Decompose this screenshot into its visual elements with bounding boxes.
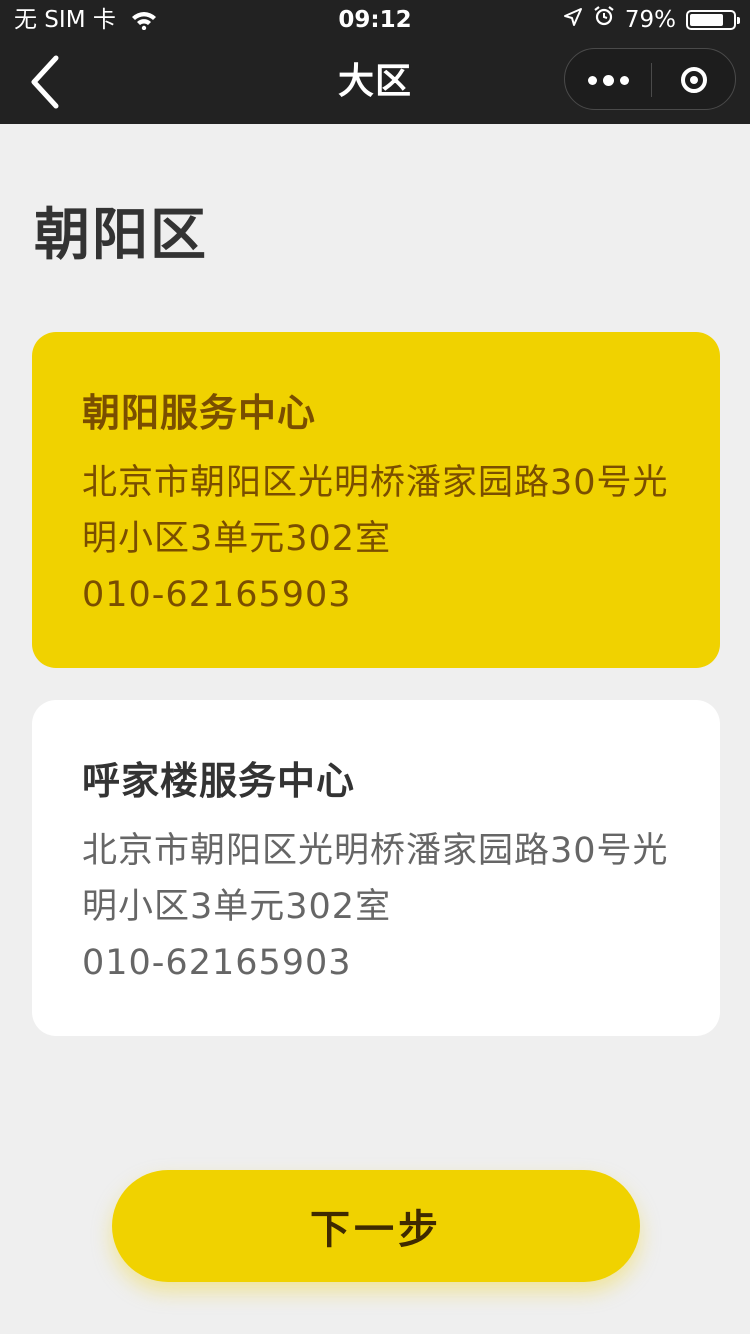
more-button[interactable] — [565, 49, 651, 111]
more-dots-icon-center — [602, 74, 614, 86]
service-center-name: 朝阳服务中心 — [82, 391, 317, 435]
service-center-address: 北京市朝阳区光明桥潘家园路30号光明小区3单元302室 — [82, 831, 669, 927]
battery-icon — [686, 10, 740, 30]
more-dots-icon-right — [619, 75, 629, 85]
status-bar: 无 SIM 卡 09:12 79% — [0, 0, 750, 40]
target-circle-icon — [681, 67, 707, 93]
district-heading: 朝阳区 — [34, 203, 208, 268]
top-header: 无 SIM 卡 09:12 79% 大区 — [0, 0, 750, 124]
navigation-bar: 大区 — [0, 40, 750, 124]
service-center-address: 北京市朝阳区光明桥潘家园路30号光明小区3单元302室 — [82, 463, 669, 559]
next-step-button[interactable]: 下一步 — [112, 1170, 640, 1282]
battery-fill — [690, 14, 723, 26]
more-dots-icon — [587, 75, 597, 85]
location-arrow-icon — [563, 0, 583, 40]
alarm-clock-icon — [593, 0, 615, 40]
status-right-group: 79% — [563, 0, 740, 40]
service-center-phone: 010-62165903 — [82, 943, 352, 983]
service-center-name: 呼家楼服务中心 — [82, 759, 356, 803]
battery-percent: 79% — [624, 7, 676, 33]
close-button[interactable] — [651, 49, 737, 111]
service-center-card[interactable]: 呼家楼服务中心 北京市朝阳区光明桥潘家园路30号光明小区3单元302室 010-… — [32, 700, 720, 1036]
service-center-card-selected[interactable]: 朝阳服务中心 北京市朝阳区光明桥潘家园路30号光明小区3单元302室 010-6… — [32, 332, 720, 668]
mini-program-capsule — [564, 48, 736, 110]
service-center-phone: 010-62165903 — [82, 575, 352, 615]
